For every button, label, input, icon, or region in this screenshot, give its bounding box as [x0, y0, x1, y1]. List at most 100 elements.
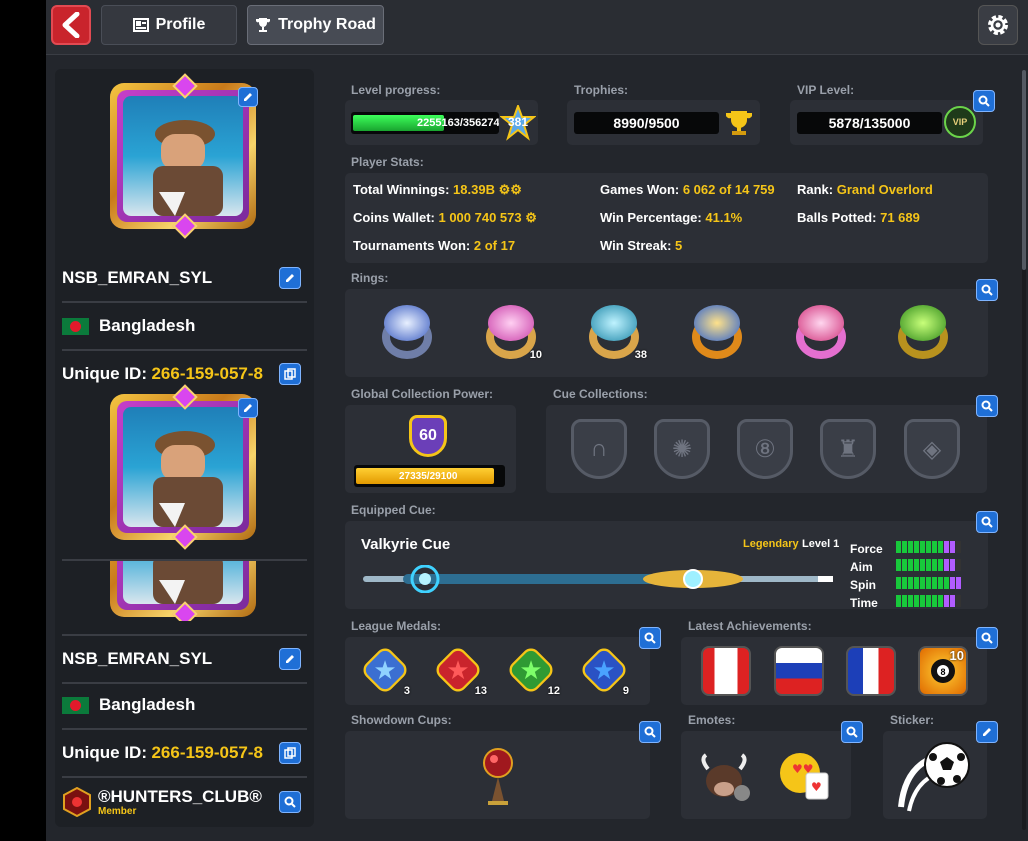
medal-item[interactable]: ★ 3 [359, 644, 411, 697]
vip-value: 5878/135000 [797, 112, 942, 134]
profile-sidebar: NSB_EMRAN_SYL Bangladesh Unique ID: 266-… [55, 69, 314, 827]
cue-stat-bar-segment [938, 541, 943, 553]
ring-item[interactable] [378, 301, 436, 361]
cue-stat-bars [896, 541, 961, 553]
equipped-cue-info-button[interactable] [976, 511, 998, 533]
ring-item[interactable] [688, 301, 746, 361]
copy-id-button[interactable] [279, 742, 301, 764]
username: NSB_EMRAN_SYL [62, 268, 213, 287]
cue-stat-bar-segment [902, 541, 907, 553]
tab-profile[interactable]: Profile [101, 5, 237, 45]
profile-card-icon [132, 18, 149, 32]
cue-stat-bars [896, 577, 961, 589]
cue-stat-bar-segment [932, 559, 937, 571]
achievements-info-button[interactable] [976, 627, 998, 649]
trophies-label: Trophies: [574, 83, 629, 97]
magnifier-icon [284, 796, 296, 808]
tab-profile-label: Profile [155, 16, 206, 33]
view-club-button[interactable] [279, 791, 301, 813]
rings-info-button[interactable] [976, 279, 998, 301]
cue-stat-bar-segment [926, 595, 931, 607]
medal-item[interactable]: ★ 9 [578, 644, 630, 697]
achievements-card: 8 10 [681, 637, 987, 705]
emotes-info-button[interactable] [841, 721, 863, 743]
firework-icon[interactable]: ✺ [654, 419, 710, 479]
showdown-cups-info-button[interactable] [639, 721, 661, 743]
rings-label: Rings: [351, 271, 389, 285]
league-medals-info-button[interactable] [639, 627, 661, 649]
pencil-icon [244, 93, 252, 101]
level-star-badge: 381 [499, 103, 537, 141]
pencil-icon [244, 404, 252, 412]
cue-stat-force: Force [850, 540, 961, 558]
unique-id-value: 266-159-057-8 [151, 743, 263, 762]
vip-info-button[interactable] [973, 90, 995, 112]
eight-ball-achievement[interactable]: 8 10 [918, 646, 968, 696]
ring-item[interactable]: 38 [585, 301, 647, 361]
edit-avatar-button[interactable] [238, 398, 258, 418]
cue-stat-bar-segment [908, 577, 913, 589]
soccer-ball-sticker-icon[interactable] [895, 737, 975, 817]
cue-stat-bar-segment [932, 595, 937, 607]
cue-stat-bar-segment [908, 559, 913, 571]
equipped-cue-card[interactable]: Valkyrie Cue Legendary Level 1 Force Aim… [345, 521, 988, 610]
stat-rank: Rank: Grand Overlord [797, 182, 933, 197]
copy-id-button[interactable] [279, 363, 301, 385]
eiffel-tower-icon[interactable]: ♜ [820, 419, 876, 479]
cue-collections-info-button[interactable] [976, 395, 998, 417]
settings-button[interactable] [978, 5, 1018, 45]
cue-name: Valkyrie Cue [361, 536, 451, 553]
cue-stat-bar-segment [950, 541, 955, 553]
vip-card: 5878/135000 VIP [790, 100, 983, 145]
bangladesh-flag-icon [62, 696, 89, 714]
level-progress-card: 2255163/3562740 381 [345, 100, 538, 145]
unique-id-label: Unique ID: [62, 743, 147, 762]
showdown-cup-icon[interactable] [478, 743, 518, 807]
magnifier-icon [978, 95, 990, 107]
magnifier-icon [981, 632, 993, 644]
league-medals-label: League Medals: [351, 619, 442, 633]
ring-item[interactable]: 10 [482, 301, 542, 361]
collection-power-card: 60 27335/29100 [345, 405, 516, 493]
bull-emote-icon[interactable] [696, 749, 756, 805]
magnifier-icon [644, 632, 656, 644]
horseshoe-icon[interactable]: ∩ [571, 419, 627, 479]
medal-item[interactable]: ★ 12 [505, 644, 560, 697]
heart-eyes-emote-icon[interactable]: ♥♥♥ [776, 749, 832, 801]
cue-stat-bar-segment [956, 559, 961, 571]
cue-image [363, 565, 833, 593]
cue-stat-bar-segment [914, 541, 919, 553]
username: NSB_EMRAN_SYL [62, 649, 213, 668]
collection-power-value: 27335/29100 [399, 470, 458, 482]
back-button[interactable] [51, 5, 91, 45]
edit-avatar-button[interactable] [238, 87, 258, 107]
level-progress-value: 2255163/3562740 [417, 117, 499, 129]
avatar[interactable] [110, 73, 258, 239]
pencil-icon [983, 728, 991, 736]
bangladesh-flag-icon [62, 317, 89, 335]
magnifier-icon [981, 284, 993, 296]
top-bar: Profile Trophy Road [46, 0, 1028, 55]
player-stats-card: Total Winnings: 18.39B ⚙⚙ Coins Wallet: … [345, 173, 988, 263]
cue-stat-bar-segment [938, 559, 943, 571]
cue-stat-bar-segment [896, 595, 901, 607]
edit-username-button[interactable] [279, 648, 301, 670]
ring-item[interactable] [894, 301, 952, 361]
ring-item[interactable] [792, 301, 850, 361]
canada-flag-achievement[interactable] [701, 646, 751, 696]
france-flag-achievement[interactable] [846, 646, 896, 696]
edit-username-button[interactable] [279, 267, 301, 289]
country: Bangladesh [99, 316, 196, 335]
eight-ball-icon[interactable]: ⑧ [737, 419, 793, 479]
copy-icon [284, 368, 296, 380]
edit-sticker-button[interactable] [976, 721, 998, 743]
cue-stat-bar-segment [944, 577, 949, 589]
svg-text:♥: ♥ [811, 780, 822, 794]
russia-flag-achievement[interactable] [774, 646, 824, 696]
diamond-icon[interactable]: ◈ [904, 419, 960, 479]
tab-trophy-road[interactable]: Trophy Road [247, 5, 384, 45]
avatar[interactable] [110, 384, 258, 550]
scrollbar-thumb[interactable] [1022, 70, 1026, 270]
magnifier-icon [981, 516, 993, 528]
medal-item[interactable]: ★ 13 [432, 644, 487, 697]
